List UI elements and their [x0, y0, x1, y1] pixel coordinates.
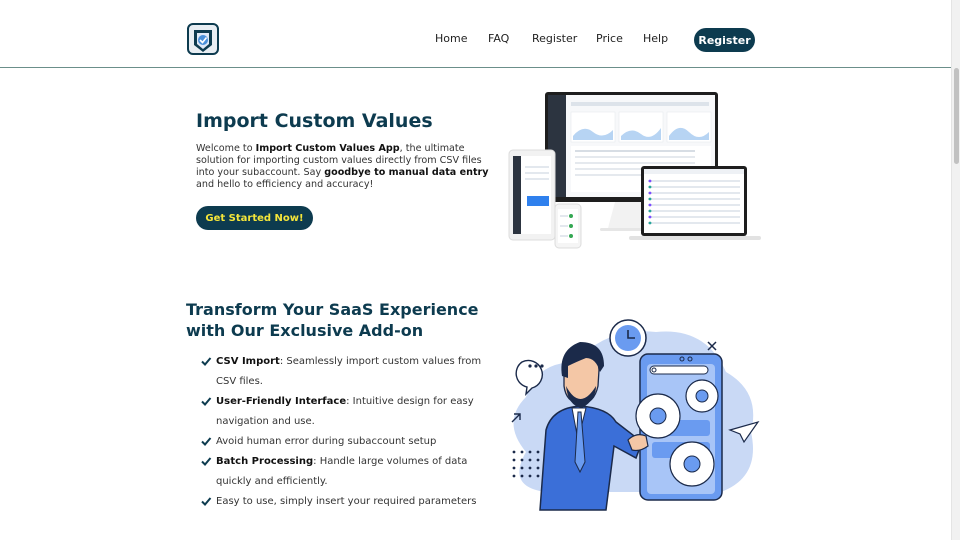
nav-price-link[interactable]: Price — [596, 32, 623, 45]
site-header: Home FAQ Register Price Help Register — [0, 0, 951, 68]
get-started-button[interactable]: Get Started Now! — [196, 206, 313, 230]
feature-bold: CSV Import — [216, 356, 280, 367]
features-title: Transform Your SaaS Experience with Our … — [186, 300, 479, 340]
features-list: CSV Import: Seamlessly import custom val… — [200, 352, 490, 512]
checkmark-icon — [201, 457, 212, 466]
person-gears-illustration — [511, 319, 760, 511]
feature-item-avoid-error: Avoid human error during subaccount setu… — [200, 432, 490, 452]
checkmark-icon — [201, 357, 212, 366]
nav-register-link[interactable]: Register — [532, 32, 577, 45]
hero-desc-app-name: Import Custom Values App — [255, 143, 400, 154]
hero-title: Import Custom Values — [196, 110, 433, 132]
feature-bold: Batch Processing — [216, 456, 314, 467]
devices-illustration — [508, 92, 761, 249]
nav-home-link[interactable]: Home — [435, 32, 467, 45]
feature-text: Avoid human error during subaccount setu… — [216, 436, 437, 447]
feature-item-easy: Easy to use, simply insert your required… — [200, 492, 490, 512]
checkmark-icon — [201, 437, 212, 446]
feature-text: Easy to use, simply insert your required… — [216, 496, 477, 507]
feature-item-csv-import: CSV Import: Seamlessly import custom val… — [200, 352, 490, 392]
checkmark-icon — [201, 497, 212, 506]
feature-bold: User-Friendly Interface — [216, 396, 347, 407]
nav-faq-link[interactable]: FAQ — [488, 32, 509, 45]
register-button[interactable]: Register — [694, 28, 755, 52]
vertical-scrollbar[interactable] — [951, 0, 960, 540]
hero-desc-part1: Welcome to — [196, 143, 256, 154]
hero-desc-bold: goodbye to manual data entry — [324, 167, 489, 178]
nav-help-link[interactable]: Help — [643, 32, 668, 45]
feature-item-batch: Batch Processing: Handle large volumes o… — [200, 452, 490, 492]
hero-desc-part3: and hello to efficiency and accuracy! — [196, 179, 374, 190]
feature-item-ui: User-Friendly Interface: Intuitive desig… — [200, 392, 490, 432]
hero-description: Welcome to Import Custom Values App, the… — [196, 143, 492, 191]
app-logo-icon[interactable] — [187, 23, 219, 57]
checkmark-icon — [201, 397, 212, 406]
scrollbar-thumb[interactable] — [954, 68, 959, 164]
